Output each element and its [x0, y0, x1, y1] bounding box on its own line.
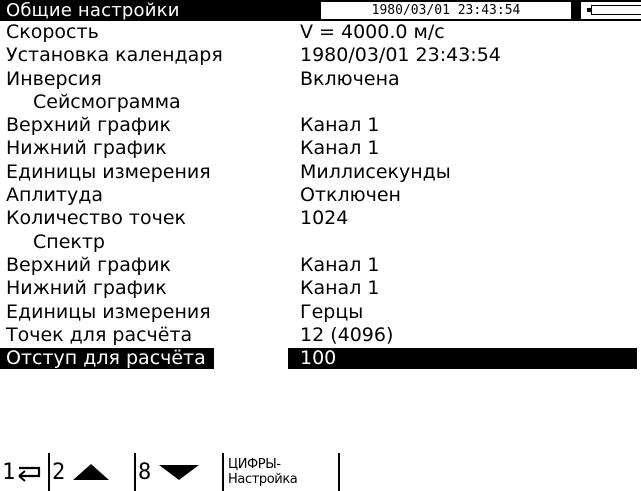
- setting-row-calendar[interactable]: Установка календаря 1980/03/01 23:43:54: [0, 44, 641, 67]
- setting-row-amplitude[interactable]: Аплитуда Отключен: [0, 184, 641, 207]
- setting-row-calc-offset[interactable]: Отступ для расчёта 100: [0, 347, 641, 370]
- setting-label: Отступ для расчёта: [0, 348, 214, 370]
- arrow-down-icon: [159, 465, 200, 480]
- setting-value: Канал 1: [300, 137, 380, 160]
- selection-highlight: [288, 348, 637, 370]
- setting-value: Канал 1: [300, 114, 380, 137]
- section-header-seismogram: Сейсмограмма: [0, 91, 641, 114]
- setting-label: Нижний график: [6, 277, 167, 300]
- setting-row-seis-upper-graph[interactable]: Верхний график Канал 1: [0, 114, 641, 137]
- setting-value: Канал 1: [300, 277, 380, 300]
- setting-row-point-count[interactable]: Количество точек 1024: [0, 207, 641, 230]
- softkey-up[interactable]: 2: [48, 453, 136, 491]
- setting-label: Нижний график: [6, 137, 167, 160]
- setting-value: V = 4000.0 м/с: [300, 21, 445, 43]
- setting-value: 1980/03/01 23:43:54: [300, 44, 501, 67]
- section-label: Сейсмограмма: [33, 90, 181, 113]
- screen-title: Общие настройки: [6, 0, 180, 21]
- setting-value: Включена: [300, 67, 400, 90]
- setting-row-spec-lower-graph[interactable]: Нижний график Канал 1: [0, 277, 641, 300]
- softkey-number: 1: [2, 459, 16, 485]
- setting-row-inversion[interactable]: Инверсия Включена: [0, 68, 641, 91]
- battery-indicator: [581, 2, 641, 19]
- return-arrow-icon: [18, 466, 41, 482]
- setting-row-calc-points[interactable]: Точек для расчёта 12 (4096): [0, 324, 641, 347]
- setting-row-seis-units[interactable]: Единицы измерения Миллисекунды: [0, 161, 641, 184]
- setting-row-spec-upper-graph[interactable]: Верхний график Канал 1: [0, 254, 641, 277]
- setting-label: Точек для расчёта: [6, 323, 193, 346]
- device-screen: Общие настройки 1980/03/01 23:43:54 Скор…: [0, 0, 641, 491]
- setting-label: Верхний график: [6, 253, 171, 276]
- setting-value: 12 (4096): [300, 323, 394, 346]
- softkey-digits-settings[interactable]: ЦИФРЫ-Настройка: [222, 453, 340, 491]
- softkey-bar: 1 2 8 ЦИФРЫ-Настройка: [0, 448, 641, 491]
- setting-value: Канал 1: [300, 253, 380, 276]
- setting-label: Верхний график: [6, 114, 171, 137]
- setting-label: Скорость: [6, 21, 99, 43]
- battery-icon: [591, 5, 641, 15]
- setting-value: Герцы: [300, 300, 364, 323]
- setting-row-spec-units[interactable]: Единицы измерения Герцы: [0, 301, 641, 324]
- setting-value: Отключен: [300, 184, 401, 207]
- section-header-spectrum: Спектр: [0, 231, 641, 254]
- setting-label: Инверсия: [6, 67, 102, 90]
- setting-value: 100: [300, 347, 337, 370]
- setting-label: Количество точек: [6, 207, 186, 230]
- softkey-number: 8: [138, 459, 152, 485]
- softkey-label: ЦИФРЫ-Настройка: [228, 457, 298, 487]
- header-bar: Общие настройки 1980/03/01 23:43:54: [0, 0, 641, 21]
- arrow-up-icon: [73, 464, 110, 480]
- setting-row-seis-lower-graph[interactable]: Нижний график Канал 1: [0, 137, 641, 160]
- setting-label: Единицы измерения: [6, 160, 211, 183]
- section-label: Спектр: [33, 230, 105, 253]
- setting-row-speed[interactable]: Скорость V = 4000.0 м/с: [0, 21, 641, 44]
- setting-label: Единицы измерения: [6, 300, 211, 323]
- softkey-down[interactable]: 8: [134, 453, 224, 491]
- setting-value: Миллисекунды: [300, 160, 451, 183]
- setting-label: Аплитуда: [6, 184, 104, 207]
- softkey-return[interactable]: 1: [0, 453, 50, 491]
- datetime-display: 1980/03/01 23:43:54: [321, 2, 571, 19]
- settings-list: Скорость V = 4000.0 м/с Установка календ…: [0, 21, 641, 370]
- softkey-number: 2: [52, 459, 66, 485]
- setting-value: 1024: [300, 207, 349, 230]
- setting-label: Установка календаря: [6, 44, 223, 67]
